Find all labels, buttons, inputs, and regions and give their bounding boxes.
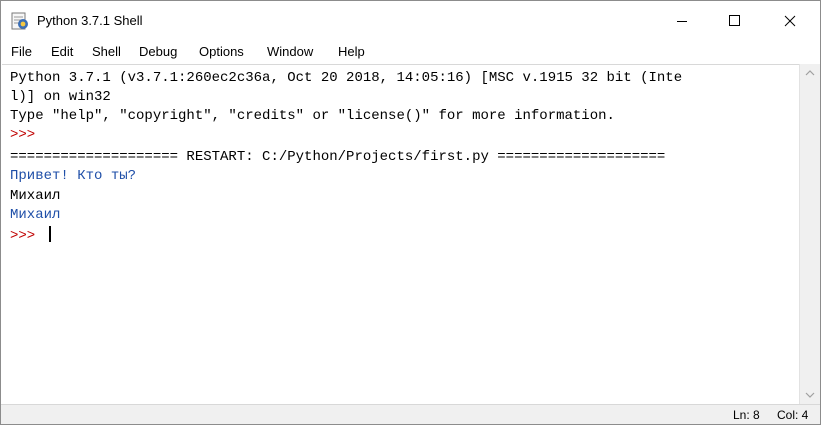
shell-prompt: >>> bbox=[10, 127, 44, 143]
close-button[interactable] bbox=[767, 1, 813, 41]
restart-separator: ==================== RESTART: C:/Python/… bbox=[10, 149, 666, 165]
title-bar[interactable]: Python 3.7.1 Shell bbox=[1, 1, 820, 41]
user-input: Михаил bbox=[10, 188, 61, 204]
close-icon bbox=[784, 15, 796, 27]
chevron-down-icon bbox=[805, 392, 815, 398]
status-bar: Ln: 8 Col: 4 bbox=[1, 404, 820, 424]
program-output: Михаил bbox=[10, 207, 61, 223]
shell-text-area[interactable]: Python 3.7.1 (v3.7.1:260ec2c36a, Oct 20 … bbox=[2, 64, 799, 405]
maximize-icon bbox=[729, 15, 740, 26]
menu-help[interactable]: Help bbox=[338, 44, 365, 59]
idle-shell-window: Python 3.7.1 Shell File Edit Shell Debug… bbox=[0, 0, 821, 425]
menu-shell[interactable]: Shell bbox=[92, 44, 121, 59]
text-cursor bbox=[48, 226, 51, 242]
menu-edit[interactable]: Edit bbox=[51, 44, 73, 59]
chevron-up-icon bbox=[805, 70, 815, 76]
menu-window[interactable]: Window bbox=[267, 44, 313, 59]
window-title: Python 3.7.1 Shell bbox=[37, 13, 143, 28]
shell-prompt: >>> bbox=[10, 228, 44, 244]
minimize-button[interactable] bbox=[659, 1, 705, 41]
shell-banner-line: l)] on win32 bbox=[10, 89, 111, 105]
menu-debug[interactable]: Debug bbox=[139, 44, 177, 59]
menu-file[interactable]: File bbox=[11, 44, 32, 59]
active-prompt-line[interactable]: >>> bbox=[10, 226, 51, 246]
program-output: Привет! Кто ты? bbox=[10, 168, 137, 184]
scroll-up-button[interactable] bbox=[800, 64, 820, 81]
vertical-scrollbar[interactable] bbox=[799, 64, 820, 404]
maximize-button[interactable] bbox=[712, 1, 758, 41]
shell-banner-line: Python 3.7.1 (v3.7.1:260ec2c36a, Oct 20 … bbox=[10, 70, 683, 86]
status-line-number: Ln: 8 bbox=[733, 408, 760, 422]
menu-options[interactable]: Options bbox=[199, 44, 244, 59]
menu-bar: File Edit Shell Debug Options Window Hel… bbox=[1, 41, 820, 63]
scroll-down-button[interactable] bbox=[800, 387, 820, 404]
shell-banner-line: Type "help", "copyright", "credits" or "… bbox=[10, 108, 615, 124]
status-column-number: Col: 4 bbox=[777, 408, 809, 422]
idle-python-icon bbox=[11, 12, 28, 30]
minimize-icon bbox=[677, 21, 687, 22]
